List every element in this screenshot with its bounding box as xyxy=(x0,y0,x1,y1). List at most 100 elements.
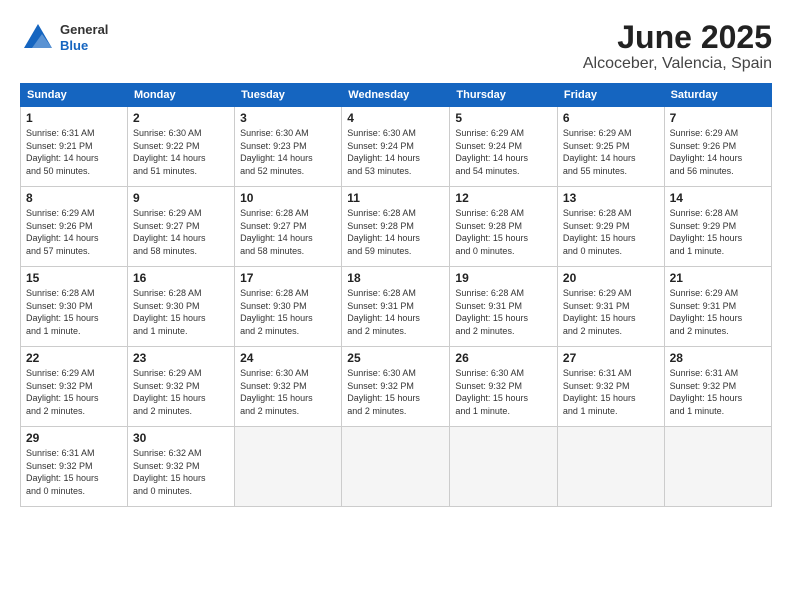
table-row: 28Sunrise: 6:31 AMSunset: 9:32 PMDayligh… xyxy=(664,347,771,427)
table-row: 29Sunrise: 6:31 AMSunset: 9:32 PMDayligh… xyxy=(21,427,128,507)
day-info: Sunrise: 6:30 AMSunset: 9:24 PMDaylight:… xyxy=(347,127,444,177)
table-row xyxy=(664,427,771,507)
day-info: Sunrise: 6:30 AMSunset: 9:23 PMDaylight:… xyxy=(240,127,336,177)
day-info: Sunrise: 6:28 AMSunset: 9:30 PMDaylight:… xyxy=(26,287,122,337)
table-row: 7Sunrise: 6:29 AMSunset: 9:26 PMDaylight… xyxy=(664,107,771,187)
col-thursday: Thursday xyxy=(450,84,558,107)
calendar-week-row: 1 Sunrise: 6:31 AMSunset: 9:21 PMDaylight… xyxy=(21,107,772,187)
day-info: Sunrise: 6:31 AMSunset: 9:32 PMDaylight:… xyxy=(670,367,766,417)
table-row: 23Sunrise: 6:29 AMSunset: 9:32 PMDayligh… xyxy=(128,347,235,427)
logo: General Blue xyxy=(20,20,108,56)
table-row: 9 Sunrise: 6:29 AMSunset: 9:27 PMDaylight… xyxy=(128,187,235,267)
table-row: 13Sunrise: 6:28 AMSunset: 9:29 PMDayligh… xyxy=(557,187,664,267)
page: General Blue June 2025 Alcoceber, Valenc… xyxy=(0,0,792,612)
day-number: 1 xyxy=(26,111,122,125)
day-info: Sunrise: 6:30 AMSunset: 9:32 PMDaylight:… xyxy=(240,367,336,417)
table-row: 27 Sunrise: 6:31 AMSunset: 9:32 PMDayligh… xyxy=(557,347,664,427)
day-info: Sunrise: 6:29 AMSunset: 9:24 PMDaylight:… xyxy=(455,127,552,177)
table-row: 24 Sunrise: 6:30 AMSunset: 9:32 PMDayligh… xyxy=(235,347,342,427)
table-row: 21Sunrise: 6:29 AMSunset: 9:31 PMDayligh… xyxy=(664,267,771,347)
col-saturday: Saturday xyxy=(664,84,771,107)
day-number: 23 xyxy=(133,351,229,365)
day-number: 5 xyxy=(455,111,552,125)
logo-icon xyxy=(20,20,56,56)
location-title: Alcoceber, Valencia, Spain xyxy=(583,55,772,73)
calendar-week-row: 22 Sunrise: 6:29 AMSunset: 9:32 PMDayligh… xyxy=(21,347,772,427)
day-number: 6 xyxy=(563,111,659,125)
day-number: 10 xyxy=(240,191,336,205)
day-number: 9 xyxy=(133,191,229,205)
day-info: Sunrise: 6:28 AMSunset: 9:28 PMDaylight:… xyxy=(347,207,444,257)
day-number: 16 xyxy=(133,271,229,285)
day-number: 19 xyxy=(455,271,552,285)
table-row: 16 Sunrise: 6:28 AMSunset: 9:30 PMDayligh… xyxy=(128,267,235,347)
logo-text: General Blue xyxy=(60,22,108,53)
table-row: 8Sunrise: 6:29 AMSunset: 9:26 PMDaylight… xyxy=(21,187,128,267)
day-info: Sunrise: 6:28 AMSunset: 9:28 PMDaylight:… xyxy=(455,207,552,257)
calendar-week-row: 8Sunrise: 6:29 AMSunset: 9:26 PMDaylight… xyxy=(21,187,772,267)
table-row: 1 Sunrise: 6:31 AMSunset: 9:21 PMDaylight… xyxy=(21,107,128,187)
table-row: 12 Sunrise: 6:28 AMSunset: 9:28 PMDayligh… xyxy=(450,187,558,267)
day-info: Sunrise: 6:30 AMSunset: 9:32 PMDaylight:… xyxy=(455,367,552,417)
day-number: 29 xyxy=(26,431,122,445)
table-row: 15 Sunrise: 6:28 AMSunset: 9:30 PMDayligh… xyxy=(21,267,128,347)
day-number: 3 xyxy=(240,111,336,125)
logo-blue-text: Blue xyxy=(60,38,108,54)
day-number: 7 xyxy=(670,111,766,125)
table-row: 11Sunrise: 6:28 AMSunset: 9:28 PMDayligh… xyxy=(342,187,450,267)
day-number: 18 xyxy=(347,271,444,285)
day-info: Sunrise: 6:30 AMSunset: 9:22 PMDaylight:… xyxy=(133,127,229,177)
day-number: 27 xyxy=(563,351,659,365)
day-info: Sunrise: 6:28 AMSunset: 9:30 PMDaylight:… xyxy=(240,287,336,337)
title-block: June 2025 Alcoceber, Valencia, Spain xyxy=(583,20,772,73)
table-row xyxy=(557,427,664,507)
day-info: Sunrise: 6:30 AMSunset: 9:32 PMDaylight:… xyxy=(347,367,444,417)
day-number: 24 xyxy=(240,351,336,365)
day-info: Sunrise: 6:29 AMSunset: 9:31 PMDaylight:… xyxy=(563,287,659,337)
day-info: Sunrise: 6:32 AMSunset: 9:32 PMDaylight:… xyxy=(133,447,229,497)
day-info: Sunrise: 6:28 AMSunset: 9:30 PMDaylight:… xyxy=(133,287,229,337)
day-number: 20 xyxy=(563,271,659,285)
day-info: Sunrise: 6:29 AMSunset: 9:26 PMDaylight:… xyxy=(26,207,122,257)
day-number: 15 xyxy=(26,271,122,285)
logo-general-text: General xyxy=(60,22,108,38)
table-row: 10 Sunrise: 6:28 AMSunset: 9:27 PMDayligh… xyxy=(235,187,342,267)
table-row: 22 Sunrise: 6:29 AMSunset: 9:32 PMDayligh… xyxy=(21,347,128,427)
day-number: 30 xyxy=(133,431,229,445)
day-info: Sunrise: 6:28 AMSunset: 9:27 PMDaylight:… xyxy=(240,207,336,257)
col-monday: Monday xyxy=(128,84,235,107)
day-number: 12 xyxy=(455,191,552,205)
table-row: 14 Sunrise: 6:28 AMSunset: 9:29 PMDayligh… xyxy=(664,187,771,267)
day-number: 4 xyxy=(347,111,444,125)
table-row: 4 Sunrise: 6:30 AMSunset: 9:24 PMDaylight… xyxy=(342,107,450,187)
calendar-table: Sunday Monday Tuesday Wednesday Thursday… xyxy=(20,83,772,507)
day-info: Sunrise: 6:29 AMSunset: 9:32 PMDaylight:… xyxy=(26,367,122,417)
day-info: Sunrise: 6:31 AMSunset: 9:32 PMDaylight:… xyxy=(563,367,659,417)
month-title: June 2025 xyxy=(583,20,772,55)
day-number: 2 xyxy=(133,111,229,125)
calendar-header-row: Sunday Monday Tuesday Wednesday Thursday… xyxy=(21,84,772,107)
day-number: 26 xyxy=(455,351,552,365)
day-info: Sunrise: 6:28 AMSunset: 9:31 PMDaylight:… xyxy=(347,287,444,337)
col-wednesday: Wednesday xyxy=(342,84,450,107)
table-row: 20 Sunrise: 6:29 AMSunset: 9:31 PMDayligh… xyxy=(557,267,664,347)
day-info: Sunrise: 6:29 AMSunset: 9:27 PMDaylight:… xyxy=(133,207,229,257)
day-number: 14 xyxy=(670,191,766,205)
day-info: Sunrise: 6:28 AMSunset: 9:31 PMDaylight:… xyxy=(455,287,552,337)
day-number: 22 xyxy=(26,351,122,365)
day-info: Sunrise: 6:29 AMSunset: 9:31 PMDaylight:… xyxy=(670,287,766,337)
table-row: 25Sunrise: 6:30 AMSunset: 9:32 PMDayligh… xyxy=(342,347,450,427)
table-row xyxy=(235,427,342,507)
day-info: Sunrise: 6:28 AMSunset: 9:29 PMDaylight:… xyxy=(670,207,766,257)
col-tuesday: Tuesday xyxy=(235,84,342,107)
table-row: 18 Sunrise: 6:28 AMSunset: 9:31 PMDayligh… xyxy=(342,267,450,347)
table-row xyxy=(450,427,558,507)
day-info: Sunrise: 6:31 AMSunset: 9:21 PMDaylight:… xyxy=(26,127,122,177)
table-row: 6Sunrise: 6:29 AMSunset: 9:25 PMDaylight… xyxy=(557,107,664,187)
table-row: 5 Sunrise: 6:29 AMSunset: 9:24 PMDaylight… xyxy=(450,107,558,187)
calendar-week-row: 29Sunrise: 6:31 AMSunset: 9:32 PMDayligh… xyxy=(21,427,772,507)
table-row xyxy=(342,427,450,507)
table-row: 17 Sunrise: 6:28 AMSunset: 9:30 PMDayligh… xyxy=(235,267,342,347)
header: General Blue June 2025 Alcoceber, Valenc… xyxy=(20,20,772,73)
day-number: 17 xyxy=(240,271,336,285)
